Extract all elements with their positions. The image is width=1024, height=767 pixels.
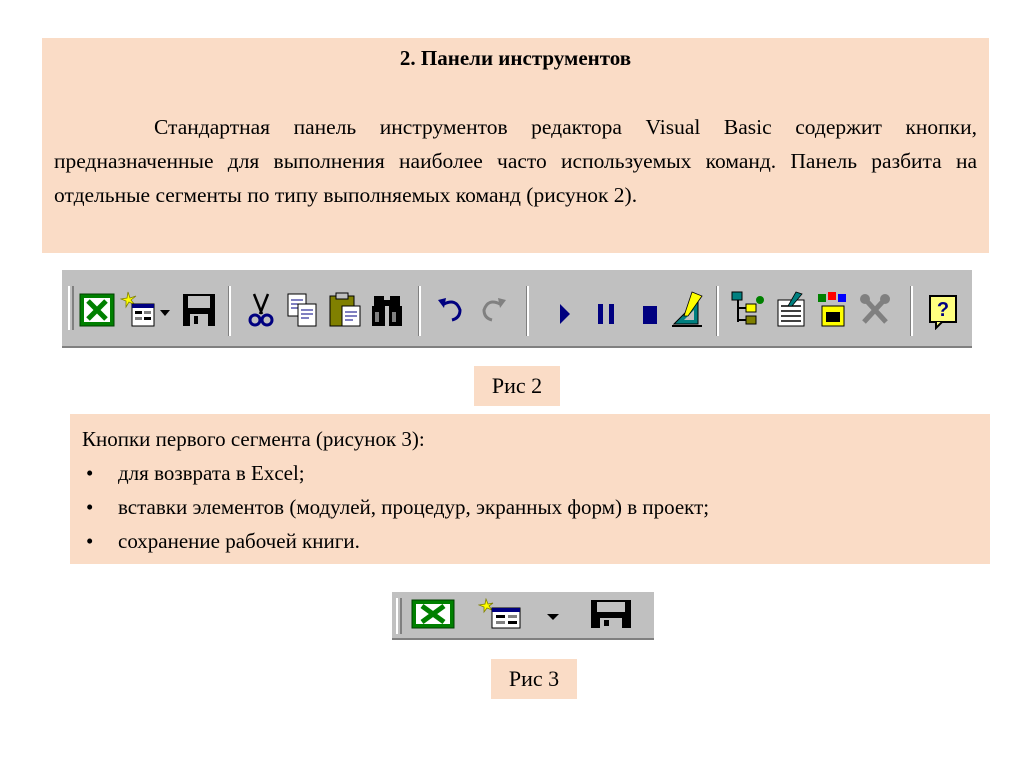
- cut-icon[interactable]: [242, 290, 280, 330]
- toolbar-separator: [910, 286, 913, 336]
- help-icon[interactable]: ?: [924, 290, 962, 330]
- dropdown-arrow-icon[interactable]: [544, 598, 562, 630]
- excel-icon[interactable]: [410, 598, 456, 630]
- toolbar-separator: [418, 286, 421, 336]
- toolbar-separator: [228, 286, 231, 336]
- list-item: для возврата в Excel;: [70, 456, 709, 490]
- toolbar-grip[interactable]: [396, 598, 402, 634]
- first-segment-toolbar: [392, 590, 654, 640]
- redo-icon[interactable]: [474, 290, 512, 330]
- segment-description-box: Кнопки первого сегмента (рисунок 3): для…: [70, 414, 990, 564]
- copy-icon[interactable]: [284, 290, 322, 330]
- paste-icon[interactable]: [326, 290, 364, 330]
- figure-caption: Рис 2: [474, 366, 560, 406]
- undo-icon[interactable]: [432, 290, 470, 330]
- excel-icon[interactable]: [78, 290, 116, 330]
- figure-caption: Рис 3: [491, 659, 577, 699]
- save-icon[interactable]: [588, 598, 634, 630]
- project-explorer-icon[interactable]: [730, 290, 768, 330]
- insert-module-icon[interactable]: [120, 290, 158, 330]
- object-browser-icon[interactable]: [814, 290, 852, 330]
- run-icon[interactable]: [546, 290, 584, 330]
- find-icon[interactable]: [368, 290, 406, 330]
- svg-text:?: ?: [937, 299, 949, 321]
- save-icon[interactable]: [180, 290, 218, 330]
- design-mode-icon[interactable]: [668, 290, 706, 330]
- intro-box: 2. Панели инструментов Стандартная панел…: [42, 38, 989, 253]
- toolbar-grip[interactable]: [68, 286, 74, 330]
- properties-window-icon[interactable]: [772, 290, 810, 330]
- intro-paragraph: Стандартная панель инструментов редактор…: [54, 115, 977, 207]
- section-title: 2. Панели инструментов: [399, 46, 632, 70]
- toolbar-separator: [526, 286, 529, 336]
- stop-icon[interactable]: [630, 290, 668, 330]
- standard-toolbar: ?: [62, 268, 972, 348]
- pause-icon[interactable]: [588, 290, 626, 330]
- toolbar-separator: [716, 286, 719, 336]
- list-item: сохранение рабочей книги.: [70, 524, 709, 558]
- list-item: вставки элементов (модулей, процедур, эк…: [70, 490, 709, 524]
- segment-list: для возврата в Excel; вставки элементов …: [70, 456, 709, 558]
- segment-heading: Кнопки первого сегмента (рисунок 3):: [82, 427, 425, 451]
- toolbox-icon[interactable]: [856, 290, 894, 330]
- dropdown-arrow-icon[interactable]: [158, 290, 172, 330]
- insert-module-icon[interactable]: [478, 598, 524, 630]
